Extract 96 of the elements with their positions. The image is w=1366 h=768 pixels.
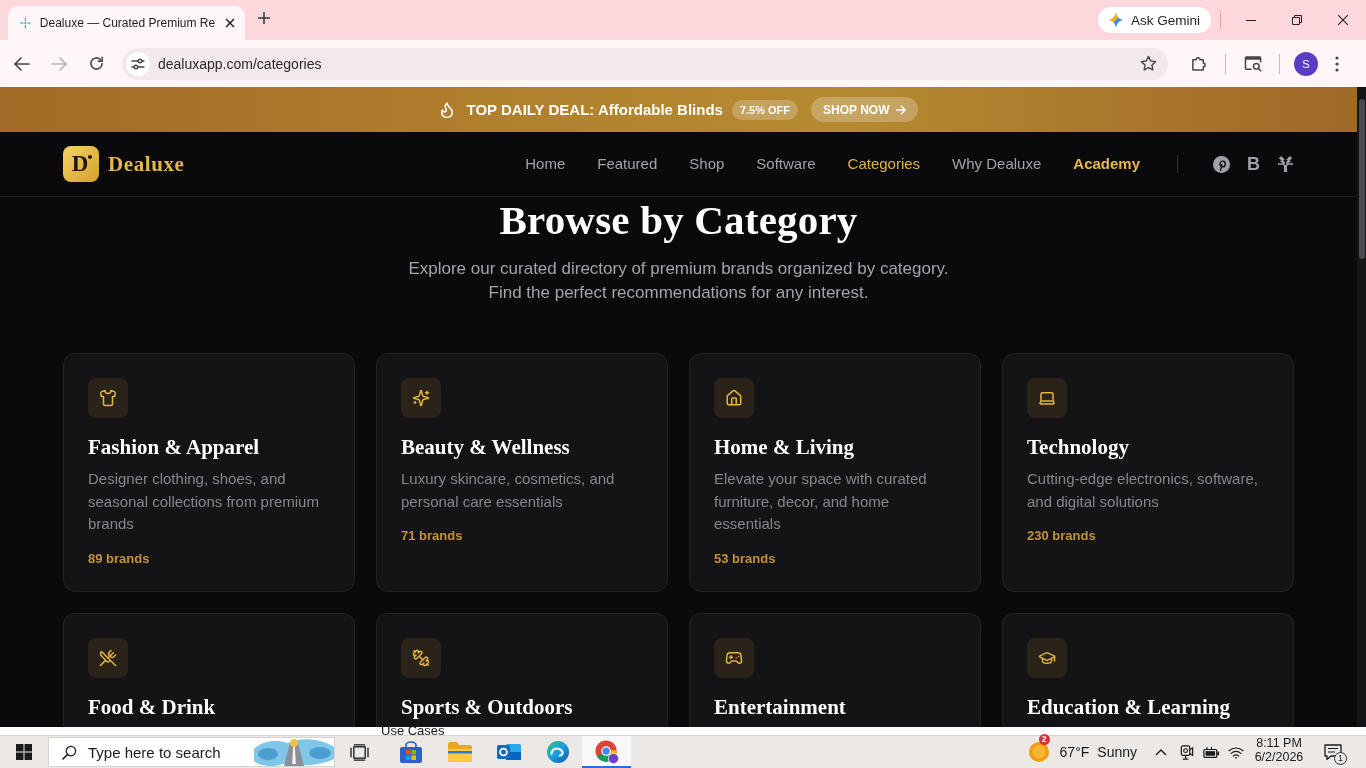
category-card[interactable]: Entertainment xyxy=(689,613,981,727)
scrollbar-thumb[interactable] xyxy=(1358,99,1365,259)
minimize-icon[interactable] xyxy=(1246,19,1256,21)
weather-condition-text: Sunny xyxy=(1097,744,1137,760)
nav-link[interactable]: Categories xyxy=(847,154,921,174)
category-card[interactable]: Home & Living Elevate your space with curated furniture, decor, and home essentials 53 brands xyxy=(689,353,981,592)
page-title: Browse by Category xyxy=(498,197,859,243)
category-title: Beauty & Wellness xyxy=(401,434,571,461)
ball-browser-icon xyxy=(594,740,619,764)
clock-time: 8:11 PM xyxy=(1256,736,1302,750)
notification-icon[interactable] xyxy=(1324,744,1342,760)
discount-badge: 7.5% OFF xyxy=(731,99,799,120)
graduation-cap-icon xyxy=(1027,638,1067,678)
category-title: Food & Drink xyxy=(88,694,217,721)
more-menu-icon[interactable] xyxy=(1335,55,1339,72)
category-title: Education & Learning xyxy=(1027,694,1232,721)
weather-badge: 2 xyxy=(1038,734,1050,745)
dumbbell-icon xyxy=(401,638,441,678)
puzzle-icon[interactable] xyxy=(1190,55,1208,72)
category-description: Elevate your space with curated furniture, decor, and home essentials xyxy=(714,469,928,534)
fork-knife-icon xyxy=(88,638,128,678)
reload-icon[interactable] xyxy=(88,56,104,71)
weather-widget[interactable]: 2 67°F Sunny xyxy=(1025,736,1137,768)
arrow-left-icon[interactable] xyxy=(14,55,30,72)
sun-icon xyxy=(1027,741,1050,763)
pin-logo-icon[interactable] xyxy=(1213,155,1230,173)
close-icon[interactable] xyxy=(1338,15,1348,25)
sparkle-icon xyxy=(1107,12,1124,28)
category-description: Designer clothing, shoes, and seasonal collections from premium brands xyxy=(88,469,320,534)
battery-icon[interactable] xyxy=(1202,746,1220,758)
swirl-browser-icon xyxy=(545,741,570,763)
category-card[interactable]: Food & Drink xyxy=(63,613,355,727)
browser-tab[interactable]: Dealuxe — Curated Premium Re xyxy=(8,6,245,40)
window-search-icon[interactable] xyxy=(1243,55,1263,72)
page-subtitle: Find the perfect recommendations for any interest. xyxy=(487,282,870,304)
category-title: Home & Living xyxy=(714,434,855,461)
favicon-icon xyxy=(20,15,31,31)
category-card[interactable]: Beauty & Wellness Luxury skincare, cosmetics, and personal care essentials 71 brands xyxy=(376,353,668,592)
windows-logo-icon[interactable] xyxy=(16,744,32,760)
profile-avatar[interactable]: S xyxy=(1294,51,1318,76)
tree-logo-icon[interactable] xyxy=(1277,156,1294,172)
shirt-icon xyxy=(88,378,128,418)
ask-gemini-button[interactable]: Ask Gemini xyxy=(1097,7,1211,33)
category-card[interactable]: Sports & Outdoors xyxy=(376,613,668,727)
brand-count: 89 brands xyxy=(88,549,151,568)
nav-link[interactable]: Home xyxy=(525,154,566,174)
flame-icon xyxy=(439,101,454,118)
search-box[interactable]: Type here to search xyxy=(48,737,335,767)
address-bar[interactable]: dealuxapp.com/categories xyxy=(122,47,1168,80)
task-view-icon[interactable] xyxy=(349,743,369,761)
taskbar-app-button[interactable] xyxy=(582,736,631,768)
nav-link[interactable]: Why Dealuxe xyxy=(952,154,1042,174)
store-icon xyxy=(398,741,423,763)
nav-link[interactable]: Featured xyxy=(597,154,658,174)
sparkles-icon xyxy=(401,378,441,418)
search-icon xyxy=(62,744,77,760)
nav-link[interactable]: Shop xyxy=(689,154,725,174)
promo-text: TOP DAILY DEAL: Affordable Blinds xyxy=(466,101,723,118)
brand-name[interactable]: Dealuxe xyxy=(108,151,185,177)
search-input[interactable]: Type here to search xyxy=(88,742,254,762)
plus-icon[interactable] xyxy=(258,12,270,24)
category-title: Entertainment xyxy=(714,694,847,721)
temperature-text: 67°F xyxy=(1059,744,1090,760)
folder-icon xyxy=(447,741,472,763)
page-subtitle: Explore our curated directory of premium brands organized by category. xyxy=(407,258,950,280)
nav-link[interactable]: Software xyxy=(756,154,816,174)
search-highlight-drawing[interactable] xyxy=(254,738,334,766)
category-title: Sports & Outdoors xyxy=(401,694,574,721)
camera-icon[interactable] xyxy=(1178,744,1194,760)
brand-count: 230 brands xyxy=(1027,527,1097,545)
sliders-icon[interactable] xyxy=(131,57,145,70)
chevron-up-icon[interactable] xyxy=(1155,748,1167,756)
house-icon xyxy=(714,378,754,418)
clock-button[interactable]: 8:11 PM 6/2/2026 xyxy=(1250,736,1308,768)
category-card[interactable]: Fashion & Apparel Designer clothing, shoes, and seasonal collections from premium brands 89 brands xyxy=(63,353,355,592)
category-card[interactable]: Education & Learning xyxy=(1002,613,1294,727)
b-logo-link[interactable]: B xyxy=(1247,155,1260,173)
arrow-right-icon xyxy=(895,104,906,115)
brand-count: 53 brands xyxy=(714,549,777,568)
category-description: Cutting-edge electronics, software, and digital solutions xyxy=(1027,469,1259,512)
wifi-icon[interactable] xyxy=(1228,745,1244,759)
logo-mark[interactable]: D xyxy=(63,146,99,182)
nav-link[interactable]: Academy xyxy=(1073,154,1140,174)
clock-date: 6/2/2026 xyxy=(1254,750,1304,764)
site-settings-button[interactable] xyxy=(126,51,150,76)
category-card[interactable]: Technology Cutting-edge electronics, software, and digital solutions 230 brands xyxy=(1002,353,1294,592)
mail-app-icon xyxy=(496,741,521,763)
notification-count: 1 xyxy=(1334,752,1347,765)
brand-count: 71 brands xyxy=(401,527,464,545)
restore-icon[interactable] xyxy=(1292,15,1302,25)
gamepad-icon xyxy=(714,638,754,678)
laptop-icon xyxy=(1027,378,1067,418)
category-title: Technology xyxy=(1027,434,1130,461)
notification-button[interactable]: 1 xyxy=(1318,736,1348,768)
category-description: Luxury skincare, cosmetics, and personal care essentials xyxy=(401,469,616,512)
category-title: Fashion & Apparel xyxy=(88,434,261,461)
